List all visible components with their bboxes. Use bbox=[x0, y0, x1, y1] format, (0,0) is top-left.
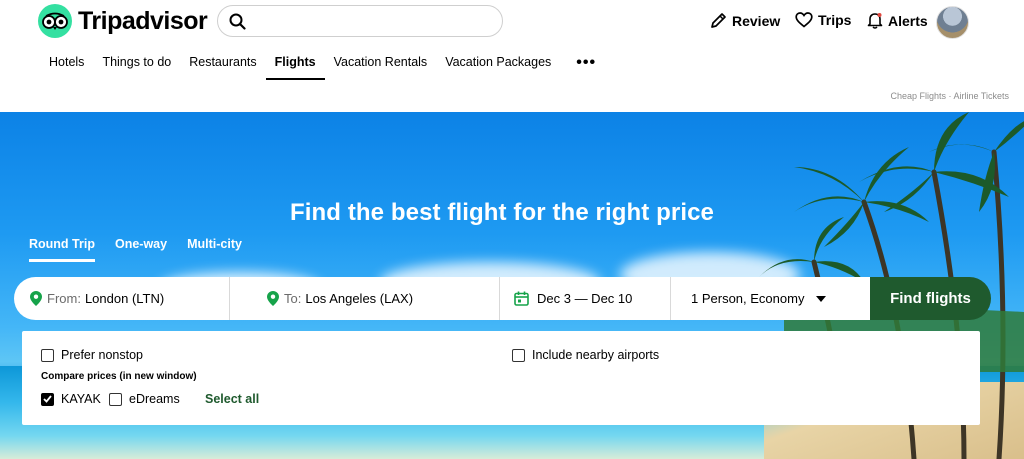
review-label: Review bbox=[732, 12, 781, 29]
compare-prices-label: Compare prices (in new window) bbox=[41, 371, 197, 382]
owl-logo-icon bbox=[38, 4, 72, 38]
calendar-icon bbox=[514, 291, 529, 306]
user-avatar[interactable] bbox=[936, 6, 969, 39]
nav-item-restaurants[interactable]: Restaurants bbox=[180, 44, 265, 80]
tab-multi-city[interactable]: Multi-city bbox=[187, 237, 242, 262]
prefer-nonstop-label: Prefer nonstop bbox=[61, 348, 143, 362]
alerts-button[interactable]: Alerts bbox=[867, 12, 928, 29]
from-value: London (LTN) bbox=[84, 291, 165, 306]
top-header: Tripadvisor Review Trips Alerts bbox=[0, 0, 1024, 44]
more-dots-icon[interactable]: ••• bbox=[560, 44, 605, 80]
pencil-icon bbox=[711, 13, 726, 28]
nearby-airports-label: Include nearby airports bbox=[532, 348, 660, 362]
bell-icon bbox=[867, 13, 883, 29]
select-all-link[interactable]: Select all bbox=[205, 392, 259, 406]
trips-label: Trips bbox=[818, 12, 852, 28]
from-label: From: bbox=[47, 291, 81, 306]
tab-round-trip[interactable]: Round Trip bbox=[29, 237, 95, 262]
nav-item-things-to-do[interactable]: Things to do bbox=[93, 44, 180, 80]
travelers-value: 1 Person, Economy bbox=[691, 291, 805, 306]
logo-wordmark: Tripadvisor bbox=[78, 6, 208, 35]
hero-banner: Find the best flight for the right price… bbox=[0, 112, 1024, 459]
prefer-nonstop-checkbox[interactable] bbox=[41, 348, 54, 362]
flight-search-form: From: London (LTN) To: Los Angeles (LAX)… bbox=[14, 277, 870, 320]
checkmark-icon bbox=[43, 395, 52, 403]
dates-field[interactable]: Dec 3 — Dec 10 bbox=[500, 277, 671, 320]
location-pin-icon bbox=[30, 291, 42, 306]
dates-value: Dec 3 — Dec 10 bbox=[537, 291, 633, 306]
to-field[interactable]: To: Los Angeles (LAX) bbox=[230, 277, 500, 320]
trip-type-tabs: Round Trip One-way Multi-city bbox=[29, 237, 262, 262]
search-options-panel: Prefer nonstop Include nearby airports C… bbox=[22, 331, 980, 425]
tripadvisor-logo[interactable]: Tripadvisor bbox=[38, 4, 208, 38]
caret-down-icon bbox=[816, 295, 827, 302]
nearby-airports-checkbox[interactable] bbox=[512, 348, 525, 362]
edreams-checkbox[interactable] bbox=[109, 392, 122, 406]
kayak-option[interactable]: KAYAK bbox=[41, 392, 101, 406]
from-field[interactable]: From: London (LTN) bbox=[14, 277, 230, 320]
find-flights-button[interactable]: Find flights bbox=[870, 277, 991, 320]
search-icon bbox=[228, 12, 246, 30]
nav-item-vacation-rentals[interactable]: Vacation Rentals bbox=[325, 44, 437, 80]
search-bar[interactable] bbox=[217, 5, 503, 37]
trips-button[interactable]: Trips bbox=[795, 12, 851, 28]
review-button[interactable]: Review bbox=[710, 12, 780, 29]
to-value: Los Angeles (LAX) bbox=[305, 291, 414, 306]
nav-item-hotels[interactable]: Hotels bbox=[40, 44, 93, 80]
nav-item-flights[interactable]: Flights bbox=[265, 44, 325, 80]
heart-icon bbox=[795, 12, 813, 28]
location-pin-icon bbox=[267, 291, 279, 306]
kayak-label: KAYAK bbox=[61, 392, 101, 406]
main-nav: Hotels Things to do Restaurants Flights … bbox=[40, 44, 605, 80]
alerts-label: Alerts bbox=[888, 12, 928, 29]
edreams-option[interactable]: eDreams bbox=[109, 392, 180, 406]
prefer-nonstop-option[interactable]: Prefer nonstop bbox=[41, 348, 143, 362]
travelers-field[interactable]: 1 Person, Economy bbox=[671, 277, 870, 320]
tab-one-way[interactable]: One-way bbox=[115, 237, 167, 262]
hero-title: Find the best flight for the right price bbox=[290, 199, 714, 226]
edreams-label: eDreams bbox=[129, 392, 180, 406]
nav-item-vacation-packages[interactable]: Vacation Packages bbox=[436, 44, 560, 80]
to-label: To: bbox=[284, 291, 302, 306]
search-input[interactable] bbox=[254, 7, 490, 35]
nearby-airports-option[interactable]: Include nearby airports bbox=[512, 348, 659, 362]
kayak-checkbox[interactable] bbox=[41, 392, 54, 406]
breadcrumb-links[interactable]: Cheap Flights · Airline Tickets bbox=[890, 91, 1009, 101]
